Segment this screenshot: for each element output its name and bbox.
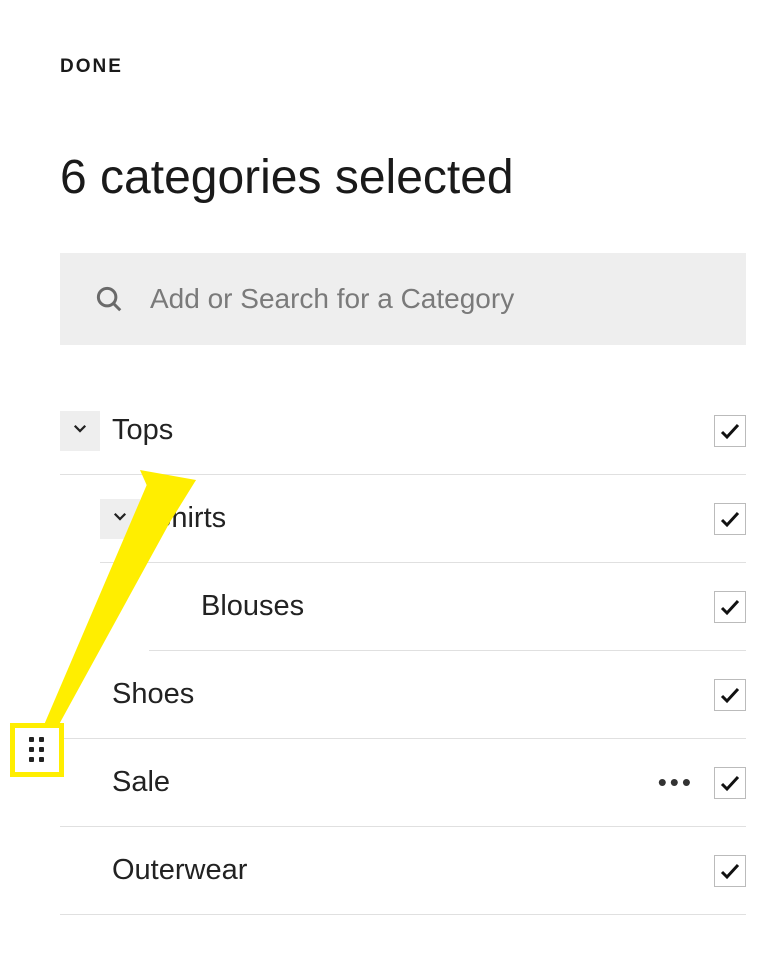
search-input[interactable] [150, 283, 712, 315]
check-icon [718, 595, 742, 619]
check-icon [718, 419, 742, 443]
done-button[interactable]: DONE [60, 56, 123, 78]
checkbox[interactable] [714, 503, 746, 535]
expand-toggle[interactable] [100, 499, 140, 539]
checkbox[interactable] [714, 855, 746, 887]
check-icon [718, 683, 742, 707]
category-row-outerwear[interactable]: Outerwear [60, 827, 746, 915]
category-row-tops[interactable]: Tops [60, 387, 746, 475]
checkbox[interactable] [714, 679, 746, 711]
category-label: Tops [112, 414, 714, 447]
category-row-shoes[interactable]: Shoes [60, 651, 746, 739]
search-box[interactable] [60, 253, 746, 345]
more-icon[interactable]: ••• [658, 767, 694, 798]
expand-toggle[interactable] [60, 411, 100, 451]
category-label: Blouses [201, 590, 714, 623]
category-row-blouses[interactable]: Blouses [149, 563, 746, 651]
checkbox[interactable] [714, 591, 746, 623]
category-label: Sale [112, 766, 658, 799]
checkbox[interactable] [714, 767, 746, 799]
category-row-sale[interactable]: Sale ••• [60, 739, 746, 827]
check-icon [718, 771, 742, 795]
checkbox[interactable] [714, 415, 746, 447]
drag-handle-icon [29, 737, 45, 763]
chevron-down-icon [111, 507, 129, 530]
check-icon [718, 859, 742, 883]
category-list: Tops Shirts Blouses [60, 387, 746, 915]
page-title: 6 categories selected [60, 150, 746, 205]
drag-handle[interactable] [10, 723, 64, 777]
category-label: Shirts [152, 502, 714, 535]
chevron-down-icon [71, 419, 89, 442]
category-label: Outerwear [112, 854, 714, 887]
category-label: Shoes [112, 678, 714, 711]
search-icon [94, 284, 124, 314]
check-icon [718, 507, 742, 531]
category-row-shirts[interactable]: Shirts [100, 475, 746, 563]
